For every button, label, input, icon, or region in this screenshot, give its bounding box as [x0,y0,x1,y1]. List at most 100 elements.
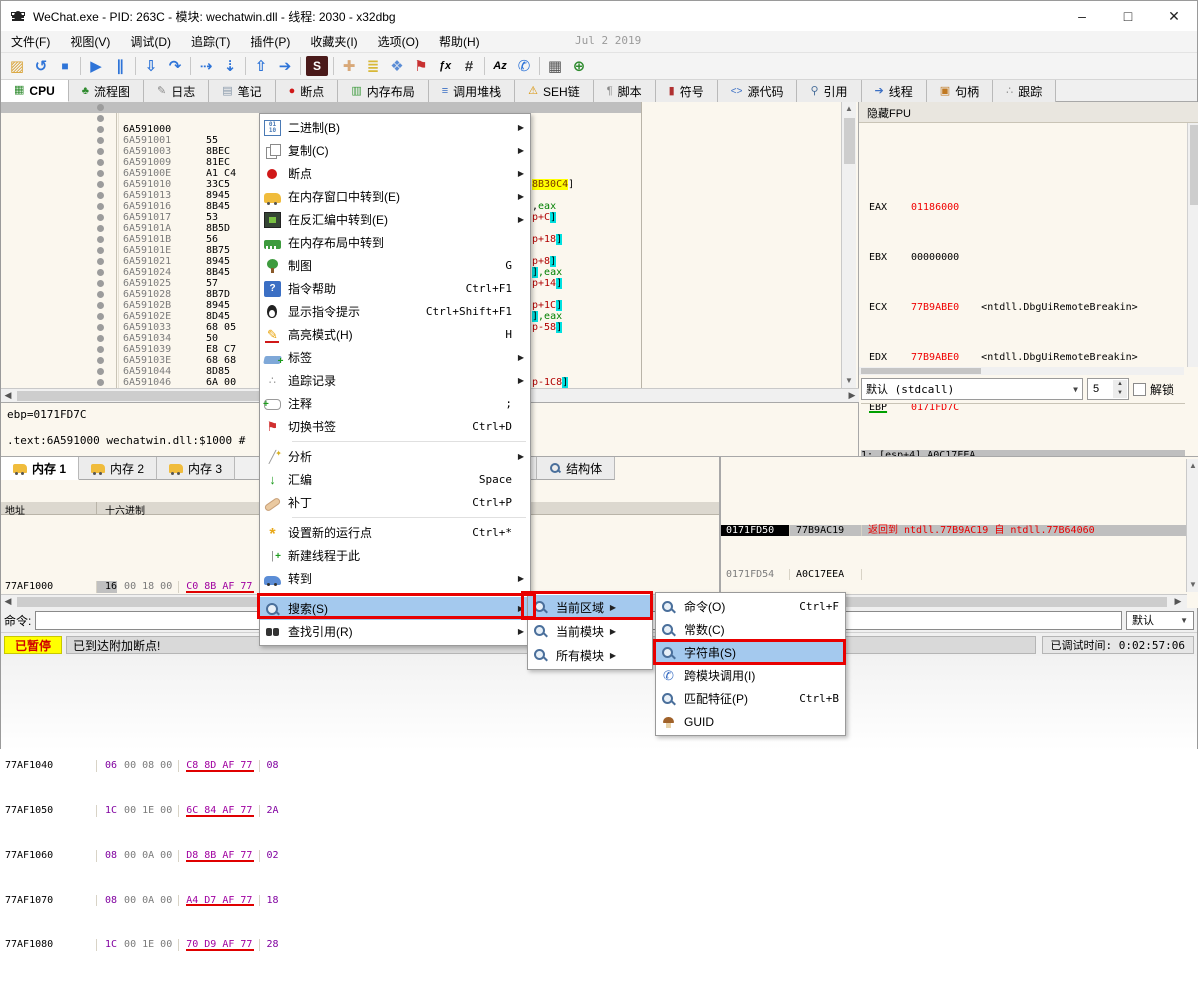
tab-symbols[interactable]: ▮ 符号 [656,80,718,102]
tab-cpu[interactable]: ▦ CPU [1,80,69,102]
menu-item-graph[interactable]: 制图 G [260,254,530,277]
menu-item-highlighting-mode[interactable]: 高亮模式(H) H [260,323,530,346]
breakpoint-dot-icon[interactable] [97,258,104,265]
scroll-up-arrow[interactable]: ▲ [1187,459,1198,473]
patch-button[interactable]: ✚ [337,54,361,78]
registers-pane[interactable]: 隐藏FPU EAX01186000 EBX00000000 ECX77B9ABE… [859,102,1198,456]
menu-options[interactable]: 选项(O) [368,31,429,53]
tags-button[interactable]: ❖ [385,54,409,78]
az-case-button[interactable]: Az [488,54,512,78]
menu-item-copy[interactable]: 复制(C) ▶ [260,139,530,162]
hide-fpu-button[interactable]: 隐藏FPU [859,102,1198,123]
breakpoint-dot-icon[interactable] [97,247,104,254]
submenu-item-all-modules[interactable]: 所有模块 ▶ [528,643,652,667]
stack-row[interactable]: 0171FD50 77B9AC19 返回到 ntdll.77B9AC19 自 n… [721,525,1187,536]
scroll-down-arrow[interactable]: ▼ [842,374,856,388]
step-out-button[interactable]: ⇧ [249,54,273,78]
memory-row[interactable]: 77AF1060 08 00 0A 00 D8 8B AF 77 02 [1,850,719,862]
register-row[interactable]: EBX00000000 [869,252,1198,265]
breakpoint-dot-icon[interactable] [97,269,104,276]
unlock-checkbox[interactable] [1133,383,1146,396]
submenu-item-intermodular-calls[interactable]: 跨模块调用(I) [656,664,845,687]
submenu-item-constant[interactable]: 常数(C) [656,618,845,641]
breakpoint-dot-icon[interactable] [97,126,104,133]
run-to-user-code-button[interactable]: ➔ [273,54,297,78]
pause-button[interactable]: ∥ [108,54,132,78]
favourites-button[interactable]: ≣ [361,54,385,78]
menu-file[interactable]: 文件(F) [1,31,60,53]
scroll-down-arrow[interactable]: ▼ [1187,578,1198,592]
tab-dump-1[interactable]: 内存 1 [1,457,79,480]
trace-over-button[interactable]: ⇣ [218,54,242,78]
memory-row[interactable]: 77AF1080 1C 00 1E 00 70 D9 AF 77 28 [1,939,719,951]
restart-button[interactable]: ↺ [29,54,53,78]
menu-plugins[interactable]: 插件(P) [240,31,300,53]
memory-row[interactable]: 77AF1040 06 00 08 00 C8 8D AF 77 08 [1,760,719,772]
menu-item-create-thread-here[interactable]: 新建线程于此 [260,544,530,567]
menu-item-label[interactable]: 标签 ▶ [260,346,530,369]
menu-trace[interactable]: 追踪(T) [181,31,240,53]
menu-debug[interactable]: 调试(D) [120,31,181,53]
submenu-item-guid[interactable]: GUID [656,710,845,733]
scylla-plugin-button[interactable]: S [306,56,328,76]
tab-dump-3[interactable]: 内存 3 [157,457,235,480]
tab-trace[interactable]: ∴ 跟踪 [993,80,1056,102]
menu-item-patch[interactable]: 补丁 Ctrl+P [260,491,530,514]
tab-graph[interactable]: ♣ 流程图 [69,80,144,102]
stop-button[interactable]: ■ [53,54,77,78]
tab-script[interactable]: ¶ 脚本 [594,80,656,102]
scroll-right-arrow[interactable]: ▶ [845,390,859,401]
breakpoint-dot-icon[interactable] [97,115,104,122]
tab-seh[interactable]: ⚠ SEH链 [515,80,594,102]
arg-count-stepper[interactable]: 5 ▲▼ [1087,378,1129,400]
stack-row[interactable]: 0171FD54 A0C17EEA [721,569,1187,580]
disasm-row[interactable]: 6A591000 55 push ebp [1,102,641,113]
tab-log[interactable]: ✎ 日志 [144,80,209,102]
tab-threads[interactable]: ➔ 线程 [862,80,927,102]
submenu-item-current-region[interactable]: 当前区域 ▶ [528,595,652,619]
breakpoint-dot-icon[interactable] [97,346,104,353]
menu-item-toggle-bookmark[interactable]: 切换书签 Ctrl+D [260,415,530,438]
run-button[interactable]: ▶ [84,54,108,78]
tab-handles[interactable]: ▣ 句柄 [927,80,993,102]
breakpoint-dot-icon[interactable] [97,302,104,309]
step-over-button[interactable]: ↷ [163,54,187,78]
submenu-item-current-module[interactable]: 当前模块 ▶ [528,619,652,643]
breakpoint-dot-icon[interactable] [97,324,104,331]
submenu-item-pattern[interactable]: 匹配特征(P) Ctrl+B [656,687,845,710]
menu-item-assemble[interactable]: 汇编 Space [260,468,530,491]
device-button[interactable]: ✆ [512,54,536,78]
breakpoint-dot-icon[interactable] [97,104,104,111]
menu-item-show-mnemonic-brief[interactable]: 显示指令提示 Ctrl+Shift+F1 [260,300,530,323]
menu-item-follow-in-memory-map[interactable]: 在内存布局中转到 [260,231,530,254]
tab-source[interactable]: <> 源代码 [718,80,798,102]
menu-item-instruction-help[interactable]: 指令帮助 Ctrl+F1 [260,277,530,300]
breakpoint-dot-icon[interactable] [97,192,104,199]
breakpoint-dot-icon[interactable] [97,379,104,386]
menu-item-follow-in-disassembler[interactable]: 在反汇编中转到(E) ▶ [260,208,530,231]
registers-horizontal-scrollbar[interactable] [859,367,1184,375]
breakpoint-dot-icon[interactable] [97,280,104,287]
menu-item-set-new-origin[interactable]: 设置新的运行点 Ctrl+* [260,521,530,544]
scroll-right-arrow[interactable]: ▶ [1171,596,1185,607]
tab-dump-2[interactable]: 内存 2 [79,457,157,480]
menu-item-breakpoint[interactable]: 断点 ▶ [260,162,530,185]
breakpoint-dot-icon[interactable] [97,159,104,166]
breakpoint-dot-icon[interactable] [97,368,104,375]
tab-breakpoints[interactable]: ● 断点 [276,80,339,102]
calculator-button[interactable]: ▦ [543,54,567,78]
register-row[interactable]: EDX77B9ABE0<ntdll.DbgUiRemoteBreakin> [869,352,1198,365]
breakpoint-dot-icon[interactable] [97,225,104,232]
tab-struct[interactable]: 结构体 [537,457,615,480]
tab-references[interactable]: ⚲ 引用 [797,80,861,102]
maximize-button[interactable]: □ [1105,1,1151,31]
menu-item-comment[interactable]: 注释 ; [260,392,530,415]
scroll-up-arrow[interactable]: ▲ [842,102,856,116]
disasm-vertical-scrollbar[interactable]: ▲ ▼ [841,102,856,388]
memory-row[interactable]: 77AF1070 08 00 0A 00 A4 D7 AF 77 18 [1,895,719,907]
open-file-button[interactable]: ▨ [5,54,29,78]
menu-item-follow-in-dump[interactable]: 在内存窗口中转到(E) ▶ [260,185,530,208]
tab-call-stack[interactable]: ≡ 调用堆栈 [429,80,515,102]
memory-row[interactable]: 77AF1050 1C 00 1E 00 6C 84 AF 77 2A [1,805,719,817]
stepper-arrows-icon[interactable]: ▲▼ [1113,380,1127,398]
